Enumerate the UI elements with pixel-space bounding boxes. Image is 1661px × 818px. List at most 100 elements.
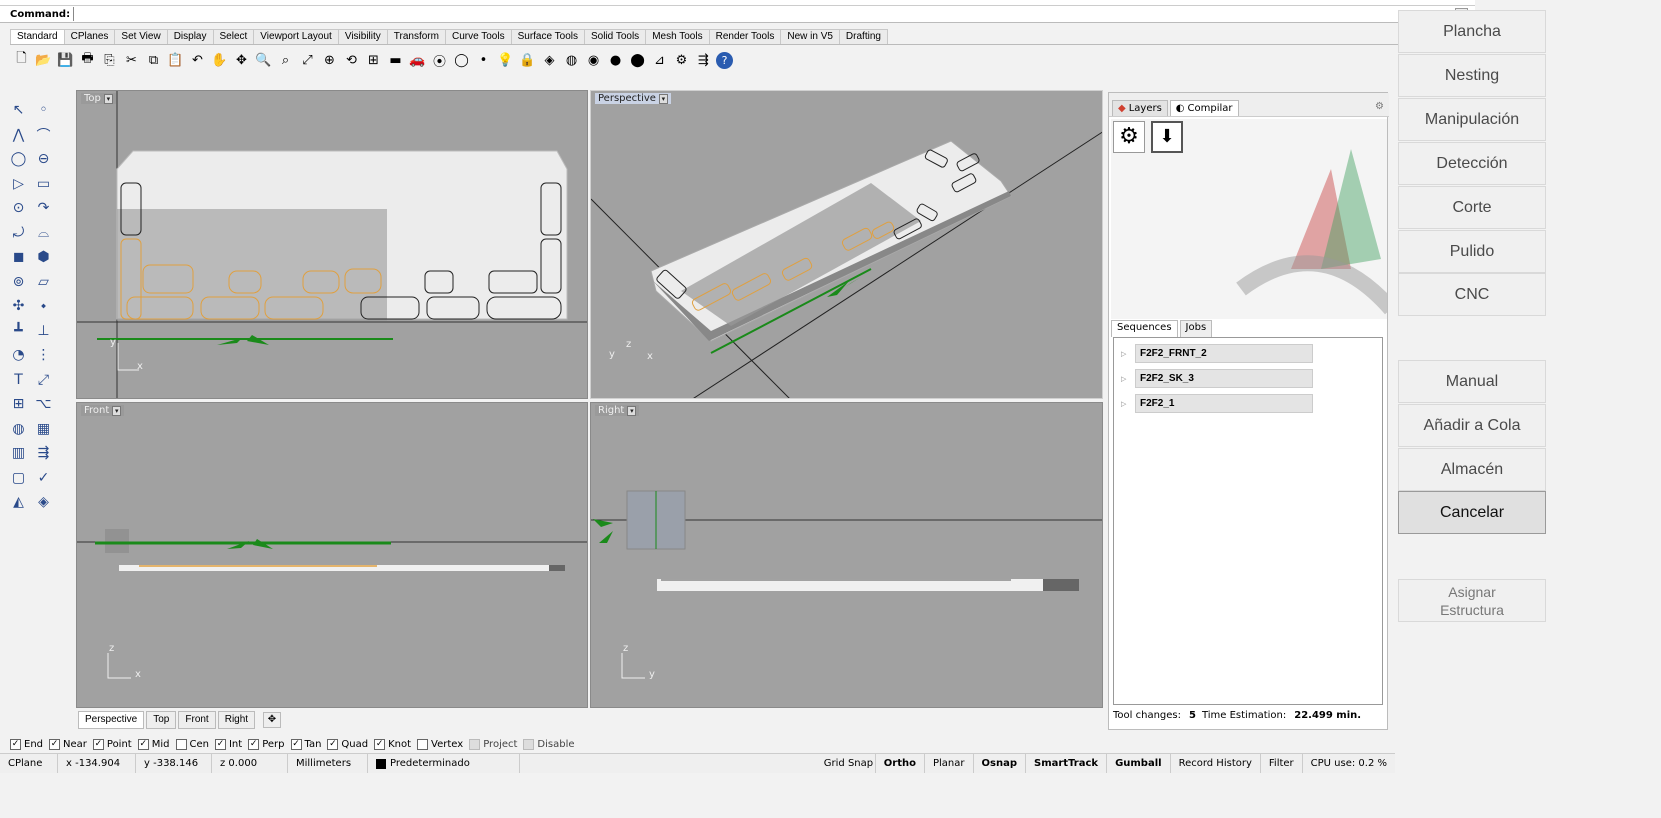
cplane-indicator[interactable]: CPlane [0,754,58,773]
viewport-perspective[interactable]: Perspective ▾ z x y [590,90,1103,399]
import-icon[interactable]: ⎘ [100,51,119,70]
undo-icon[interactable]: ↶ [188,51,207,70]
polyline-icon[interactable]: ⋀ [6,123,31,148]
tab-jobs[interactable]: Jobs [1179,320,1213,337]
osnap-tan[interactable]: ✓ Tan [290,738,321,750]
tab-layers[interactable]: ◆ Layers [1112,100,1168,116]
viewport-front[interactable]: Front ▾ z x [76,402,588,708]
osnap-group-icon[interactable]: ⦿ [430,51,449,70]
chevron-right-icon[interactable]: ▷ [1121,350,1135,358]
zoom-selected-icon[interactable]: ⊕ [320,51,339,70]
tab-set-view[interactable]: Set View [114,29,168,44]
zoom-window-icon[interactable]: ⌕ [276,51,295,70]
list-item[interactable]: ▷ F2F2_1 [1121,394,1313,413]
checkbox[interactable] [417,738,429,750]
filter-toggle[interactable]: Filter [1261,754,1303,773]
zoom-icon[interactable]: 🔍 [254,51,273,70]
box-icon[interactable]: ◼ [6,245,31,270]
sphere-icon[interactable]: ⬢ [31,245,56,270]
lineup-icon[interactable]: ⇶ [31,441,56,466]
cancelar-button[interactable]: Cancelar [1398,491,1546,534]
tab-new-in-v5[interactable]: New in V5 [780,29,840,44]
tab-cplanes[interactable]: CPlanes [63,29,116,44]
curve-pts-icon[interactable]: ⌒ [31,123,56,148]
tab-curve-tools[interactable]: Curve Tools [444,29,512,44]
osnap-disable[interactable]: Disable [523,738,575,750]
checkbox[interactable] [523,738,535,750]
download-icon[interactable]: ⬇ [1151,121,1183,153]
planar-toggle[interactable]: Planar [925,754,974,773]
text-icon[interactable]: T [6,368,31,393]
checkbox[interactable]: ✓ [290,738,302,750]
orient-icon[interactable]: ⊥ [31,319,56,344]
checkbox[interactable]: ✓ [92,738,104,750]
dimension-icon[interactable]: ⊿ [650,51,669,70]
bend-icon[interactable]: ⤾ [6,221,31,246]
solid-icon[interactable]: ◍ [6,417,31,442]
list-item[interactable]: ▷ F2F2_SK_3 [1121,369,1313,388]
osnap-quad[interactable]: ✓ Quad [327,738,368,750]
checkbox[interactable]: ✓ [49,738,61,750]
gear-icon[interactable]: ⚙ [1375,101,1384,112]
ellipse-icon[interactable]: ⊖ [31,147,56,172]
circle-icon[interactable]: ◯ [6,147,31,172]
tab-compilar[interactable]: ◐ Compilar [1169,100,1239,116]
gear-icon[interactable]: ⚙ [672,51,691,70]
viewport-tab-front[interactable]: Front [178,711,216,729]
analyze-icon[interactable]: ▢ [6,466,31,491]
osnap-cen[interactable]: Cen [175,738,209,750]
checkbox[interactable]: ✓ [327,738,339,750]
surface-icon[interactable]: ⌓ [31,221,56,246]
tab-drafting[interactable]: Drafting [838,29,888,44]
assign-structure-button[interactable]: Asignar Estructura [1398,579,1546,622]
osnap-end[interactable]: ✓ End [10,738,43,750]
manipulacion-button[interactable]: Manipulación [1398,98,1546,141]
bounding-icon[interactable]: ▦ [31,417,56,442]
chevron-right-icon[interactable]: ▷ [1121,375,1135,383]
tab-transform[interactable]: Transform [386,29,446,44]
rotate-icon[interactable]: ⟲ [342,51,361,70]
current-layer[interactable]: Predeterminado [368,754,520,773]
smarttrack-toggle[interactable]: SmartTrack [1026,754,1108,773]
help-icon[interactable]: ? [716,51,733,69]
nesting-button[interactable]: Nesting [1398,54,1546,97]
anadir-a-cola-button[interactable]: Añadir a Cola [1398,404,1546,447]
point-icon[interactable]: ◦ [31,98,56,123]
rotate-3d-icon[interactable]: ⋮ [31,343,56,368]
osnap-int[interactable]: ✓ Int [214,738,242,750]
corte-button[interactable]: Corte [1398,186,1546,229]
viewport-right[interactable]: Right ▾ z y [590,402,1103,708]
flow-icon[interactable]: ⇶ [694,51,713,70]
tab-sequences[interactable]: Sequences [1111,320,1178,337]
settings-gears-icon[interactable]: ⚙ [1113,121,1145,153]
viewport-tab-perspective[interactable]: Perspective [78,711,145,729]
tab-viewport-layout[interactable]: Viewport Layout [253,29,339,44]
layers-icon[interactable]: ◈ [540,51,559,70]
osnap-knot[interactable]: ✓ Knot [374,738,411,750]
plancha-button[interactable]: Plancha [1398,10,1546,53]
rectangle-icon[interactable]: ▭ [31,172,56,197]
boolean-icon[interactable]: ✣ [6,294,31,319]
tab-render-tools[interactable]: Render Tools [708,29,782,44]
osnap-toggle[interactable]: Osnap [974,754,1026,773]
select-arrow-icon[interactable]: ↖ [6,98,31,123]
osnap-mid[interactable]: ✓ Mid [137,738,170,750]
add-viewport-icon[interactable]: ✥ [263,712,281,728]
checkbox[interactable]: ✓ [10,738,21,750]
checkbox[interactable]: ✓ [137,738,149,750]
checkbox[interactable]: ✓ [248,738,260,750]
print-icon[interactable]: 🖶 [78,51,97,70]
checkbox[interactable] [175,738,187,750]
tab-select[interactable]: Select [212,29,255,44]
tab-visibility[interactable]: Visibility [337,29,388,44]
sphere-dark-icon[interactable]: ⬤ [628,51,647,70]
chevron-right-icon[interactable]: ▷ [1121,400,1135,408]
explode-icon[interactable]: ⌥ [31,392,56,417]
checkbox[interactable]: ✓ [214,738,226,750]
check-icon[interactable]: ✓ [31,466,56,491]
circle-icon[interactable]: ◯ [452,51,471,70]
new-file-icon[interactable]: 🗋 [12,51,31,70]
extrude-icon[interactable]: ▱ [31,270,56,295]
save-icon[interactable]: 💾 [56,51,75,70]
tab-standard[interactable]: Standard [10,29,65,44]
